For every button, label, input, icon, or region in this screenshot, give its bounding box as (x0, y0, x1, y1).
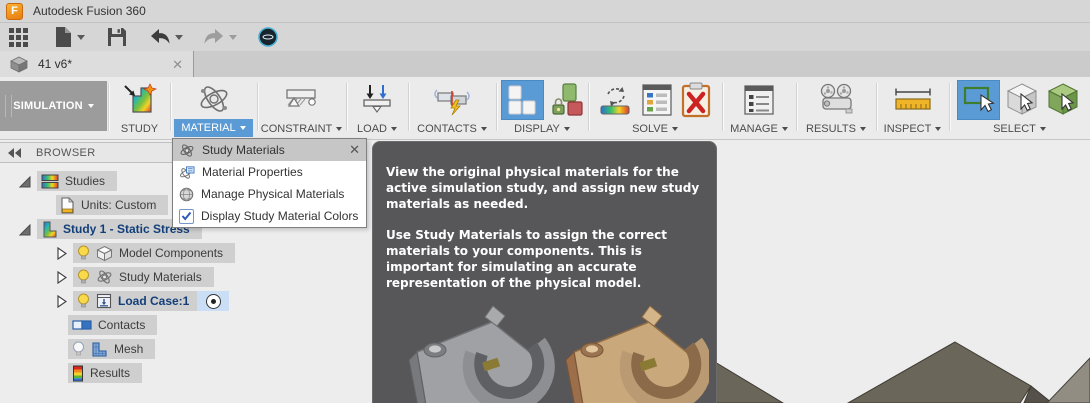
ribbon-group-material[interactable]: MATERIAL (171, 79, 256, 137)
solve-label[interactable]: SOLVE (632, 121, 678, 137)
study-materials-tooltip: View the original physical materials for… (372, 141, 717, 403)
menu-item-label: Material Properties (202, 165, 303, 179)
study-icon[interactable] (123, 82, 157, 118)
load-caret-icon (391, 127, 397, 131)
fusion-logo-icon: F (6, 3, 23, 20)
constraint-label[interactable]: CONSTRAINT (261, 121, 343, 137)
undo-icon[interactable] (149, 25, 171, 49)
contacts-label[interactable]: CONTACTS (417, 121, 487, 137)
results-caret-icon (860, 127, 866, 131)
menu-item-label: Study Materials (202, 143, 285, 157)
load-label[interactable]: LOAD (357, 121, 397, 137)
solve-caret-icon (672, 127, 678, 131)
material-library-globe-icon (179, 187, 194, 202)
app-title: Autodesk Fusion 360 (33, 4, 146, 18)
select-caret-icon (1040, 127, 1046, 131)
results-label[interactable]: RESULTS (806, 121, 866, 137)
material-properties-icon (179, 165, 195, 180)
menu-item-label: Manage Physical Materials (201, 187, 344, 201)
material-atom-icon[interactable] (196, 82, 232, 116)
solve-details-icon[interactable] (640, 82, 674, 118)
tooltip-paragraph-1: View the original physical materials for… (386, 164, 702, 212)
ribbon-group-display[interactable]: DISPLAY (497, 79, 587, 137)
display-browser-visibility-icon[interactable] (501, 80, 544, 120)
tooltip-paragraph-2: Use Study Materials to assign the correc… (386, 227, 702, 291)
quick-access-toolbar (0, 23, 1090, 51)
document-cube-icon (10, 56, 28, 73)
tooltip-clamps-image (379, 288, 709, 403)
fusion360-window: F Autodesk Fusion 360 (0, 0, 1090, 403)
constraint-icon[interactable] (284, 84, 320, 116)
contacts-caret-icon (481, 127, 487, 131)
ribbon-group-study[interactable]: STUDY (109, 79, 170, 137)
menu-item-study-materials[interactable]: Study Materials ✕ (173, 139, 366, 161)
new-file-icon[interactable] (54, 25, 73, 49)
ribbon-group-results[interactable]: RESULTS (797, 79, 875, 137)
manage-label[interactable]: MANAGE (730, 121, 788, 137)
atom-icon (179, 143, 195, 158)
tab-close-icon[interactable]: ✕ (172, 58, 183, 71)
solve-abort-icon[interactable] (680, 82, 712, 118)
select-window-icon[interactable] (957, 80, 1000, 120)
toolbar-grip (5, 95, 12, 117)
select-label[interactable]: SELECT (993, 121, 1046, 137)
ribbon-group-constraint[interactable]: CONSTRAINT (258, 79, 345, 137)
solve-study-icon[interactable] (598, 82, 634, 118)
material-label[interactable]: MATERIAL (174, 119, 252, 137)
save-icon[interactable] (107, 25, 127, 49)
material-caret-icon (240, 126, 246, 130)
menu-item-manage-physical-materials[interactable]: Manage Physical Materials (173, 183, 366, 205)
redo-icon[interactable] (203, 25, 225, 49)
workspace-selector[interactable]: SIMULATION (0, 81, 107, 131)
contacts-icon[interactable] (432, 84, 472, 116)
menu-item-label: Display Study Material Colors (201, 209, 358, 223)
menu-item-display-study-material-colors[interactable]: Display Study Material Colors (173, 205, 366, 227)
display-label[interactable]: DISPLAY (514, 121, 570, 137)
ribbon-group-inspect[interactable]: INSPECT (877, 79, 948, 137)
menu-item-material-properties[interactable]: Material Properties (173, 161, 366, 183)
a360-status-icon[interactable] (257, 25, 279, 49)
material-dropdown-menu: Study Materials ✕ Material Properties (172, 138, 367, 228)
study-label[interactable]: STUDY (121, 121, 158, 137)
manage-caret-icon (782, 127, 788, 131)
load-icon[interactable] (361, 83, 393, 117)
document-tab[interactable]: 41 v6* ✕ (0, 51, 194, 77)
undo-dropdown-caret[interactable] (175, 35, 183, 40)
new-file-dropdown-caret[interactable] (77, 35, 85, 40)
redo-dropdown-caret[interactable] (229, 35, 237, 40)
ribbon-toolbar: SIMULATION STUDY (0, 77, 1090, 140)
ribbon-group-manage[interactable]: MANAGE (723, 79, 795, 137)
checkbox-checked-icon[interactable] (179, 209, 194, 224)
ribbon-group-load[interactable]: LOAD (347, 79, 407, 137)
workspace-caret-icon (88, 104, 94, 108)
inspect-measure-icon[interactable] (892, 85, 934, 115)
inspect-caret-icon (935, 127, 941, 131)
manage-icon[interactable] (742, 83, 776, 117)
results-projector-icon[interactable] (816, 83, 856, 117)
grid-menu-icon[interactable] (8, 25, 30, 49)
display-degrees-of-freedom-icon[interactable] (550, 82, 584, 118)
inspect-label[interactable]: INSPECT (884, 121, 942, 137)
menu-close-icon[interactable]: ✕ (349, 142, 360, 158)
constraint-caret-icon (336, 127, 342, 131)
select-paint-icon[interactable] (1046, 81, 1082, 119)
display-caret-icon (564, 127, 570, 131)
workspace-label: SIMULATION (13, 100, 83, 112)
ribbon-group-solve[interactable]: SOLVE (589, 79, 721, 137)
ribbon-group-contacts[interactable]: CONTACTS (409, 79, 495, 137)
ribbon-group-select[interactable]: SELECT (950, 79, 1089, 137)
select-freeform-icon[interactable] (1005, 81, 1041, 119)
document-tab-label: 41 v6* (38, 57, 72, 71)
title-bar: F Autodesk Fusion 360 (0, 0, 1090, 23)
document-tab-bar: 41 v6* ✕ (0, 51, 1090, 77)
